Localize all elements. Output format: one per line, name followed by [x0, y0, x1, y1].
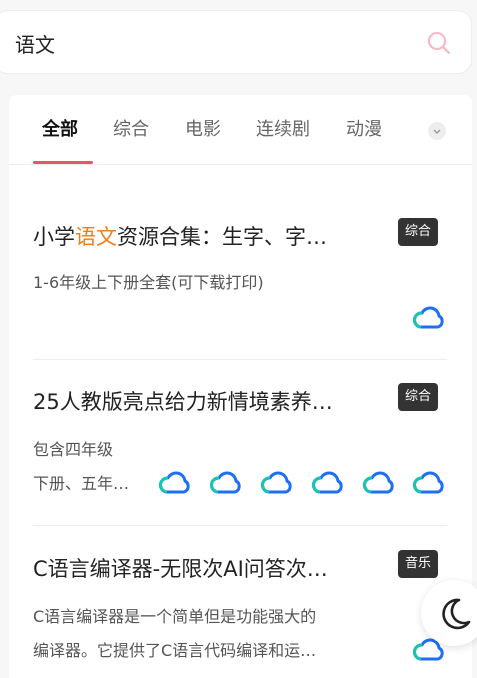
search-bar[interactable]: 语文	[0, 10, 472, 74]
tab-general[interactable]: 综合	[113, 115, 149, 141]
result-title[interactable]: C语言编译器-无限次AI问答次…	[33, 553, 383, 583]
result-description: 下册、五年…	[33, 474, 130, 493]
cloud-drive-icon[interactable]	[413, 305, 445, 331]
result-description: 编译器。它提供了C语言代码编译和运…	[33, 641, 317, 660]
category-badge: 音乐	[398, 550, 439, 578]
tab-all[interactable]: 全部	[42, 115, 78, 141]
result-description: 1-6年级上下册全套(可下载打印)	[33, 273, 264, 292]
result-description: C语言编译器是一个简单但是功能强大的	[33, 607, 317, 626]
cloud-drive-icon[interactable]	[312, 470, 344, 496]
cloud-drive-icon[interactable]	[413, 470, 445, 496]
category-tabs: 全部 综合 电影 连续剧 动漫	[9, 95, 472, 165]
result-card[interactable]: 25人教版亮点给力新情境素养… 综合 包含四年级 下册、五年…	[33, 383, 447, 496]
cloud-drive-icon[interactable]	[159, 470, 191, 496]
active-tab-indicator	[33, 161, 93, 164]
search-input[interactable]: 语文	[15, 29, 55, 58]
result-card[interactable]: 小学语文资源合集：生字、字… 综合 1-6年级上下册全套(可下载打印)	[33, 218, 447, 331]
result-title[interactable]: 小学语文资源合集：生字、字…	[33, 221, 383, 251]
title-highlight: 语文	[75, 225, 117, 249]
chevron-down-icon[interactable]	[428, 122, 446, 140]
divider	[33, 359, 447, 360]
category-badge: 综合	[398, 218, 439, 246]
tab-tv-series[interactable]: 连续剧	[256, 115, 310, 141]
tab-movie[interactable]: 电影	[185, 115, 221, 141]
cloud-drive-icon[interactable]	[363, 470, 395, 496]
tab-anime[interactable]: 动漫	[346, 115, 382, 141]
results-panel: 全部 综合 电影 连续剧 动漫 小学语文资源合集：生字、字… 综合 1-6年级上…	[9, 95, 472, 678]
category-badge: 综合	[398, 383, 439, 411]
result-card[interactable]: C语言编译器-无限次AI问答次… 音乐 C语言编译器是一个简单但是功能强大的 编…	[33, 550, 447, 678]
moon-icon	[442, 598, 471, 630]
result-title[interactable]: 25人教版亮点给力新情境素养…	[33, 386, 383, 416]
cloud-drive-icon[interactable]	[210, 470, 242, 496]
search-icon[interactable]	[427, 31, 451, 55]
cloud-drive-icon[interactable]	[261, 470, 293, 496]
result-description: 包含四年级	[33, 440, 114, 459]
divider	[33, 525, 447, 526]
